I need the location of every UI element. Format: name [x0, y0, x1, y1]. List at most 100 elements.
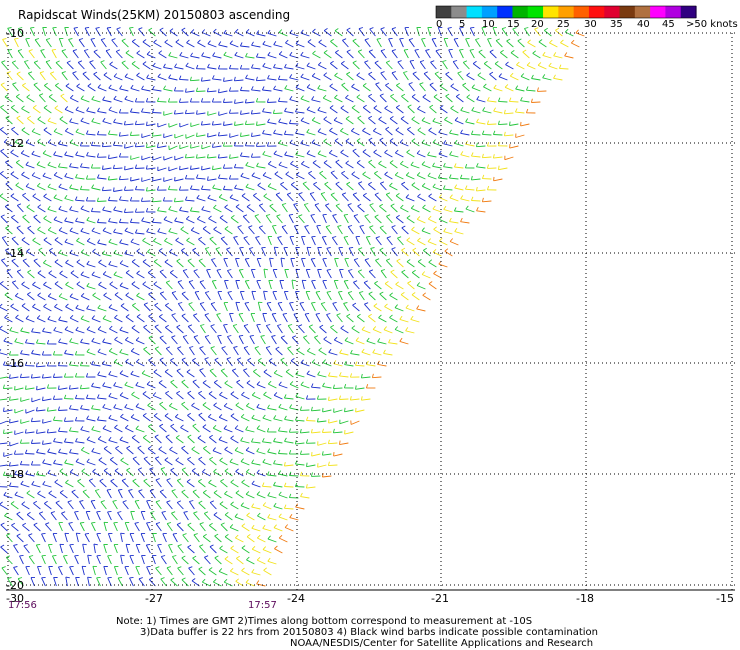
wind-barb — [141, 178, 151, 182]
wind-barb-flag — [358, 247, 363, 250]
wind-barb — [1, 567, 8, 576]
wind-barb — [208, 218, 217, 224]
wind-barb-flag — [417, 127, 422, 131]
wind-barb — [202, 492, 211, 499]
wind-barb-flag — [460, 195, 464, 200]
wind-barb — [102, 209, 112, 213]
wind-barb — [266, 302, 272, 312]
wind-barb-flag — [41, 374, 44, 379]
wind-barb-flag — [69, 338, 73, 343]
wind-barb — [93, 544, 96, 554]
wind-barb-flag — [321, 451, 324, 456]
wind-barb-flag — [11, 522, 16, 526]
wind-barb-flag — [283, 461, 286, 467]
wind-barb — [135, 232, 145, 235]
wind-barb — [132, 458, 140, 466]
wind-barb-flag — [145, 165, 148, 170]
wind-barb — [179, 55, 189, 59]
wind-barb-flag — [176, 368, 181, 372]
wind-barb-flag — [119, 348, 123, 353]
wind-barb-flag — [483, 60, 488, 64]
wind-barb — [182, 270, 189, 279]
wind-barb-flag — [343, 383, 347, 389]
wind-barb — [368, 271, 376, 279]
lon-label-15: -15 — [716, 592, 734, 605]
wind-barb-flag — [300, 95, 304, 100]
wind-barb — [157, 231, 167, 235]
wind-barb — [487, 38, 492, 48]
wind-barb-flag — [445, 93, 450, 97]
wind-barb-flag — [277, 75, 281, 80]
wind-barb-flag — [80, 205, 84, 210]
wind-barb — [359, 226, 365, 235]
wind-barb-flag — [113, 73, 118, 77]
wind-barb-flag — [59, 490, 64, 493]
wind-barb-flag — [2, 361, 6, 366]
wind-barb — [361, 376, 371, 379]
wind-barb-flag — [376, 37, 381, 40]
legend-label-15: 15 — [507, 19, 520, 30]
wind-barb-flag — [155, 522, 161, 525]
wind-barb — [404, 27, 409, 37]
wind-barb — [152, 395, 162, 400]
wind-barb — [453, 38, 459, 48]
wind-barb — [97, 222, 107, 224]
wind-barb — [11, 524, 19, 532]
wind-barb — [26, 492, 35, 499]
wind-barb — [230, 570, 239, 576]
wind-barb — [25, 38, 30, 48]
wind-barb-flag — [275, 192, 280, 195]
wind-barb-flag — [97, 371, 101, 376]
wind-barb — [498, 100, 508, 103]
wind-barb-flag — [362, 149, 367, 153]
wind-barb-flag — [91, 521, 96, 524]
wind-barb-flag — [102, 338, 106, 343]
legend-swatch — [619, 6, 636, 18]
wind-barb-flag — [326, 268, 331, 271]
wind-barb-flag — [192, 247, 197, 251]
wind-barb — [240, 440, 250, 444]
wind-barb — [333, 409, 343, 413]
wind-barb — [86, 439, 96, 444]
wind-barb — [289, 236, 294, 246]
wind-barb-flag — [213, 379, 218, 383]
wind-barb-flag — [262, 458, 266, 463]
wind-barb — [25, 387, 35, 390]
wind-barb-flag — [223, 402, 228, 407]
wind-barb — [306, 486, 316, 489]
wind-barb-flag — [108, 106, 112, 111]
wind-barb — [186, 240, 195, 246]
wind-barb-flag — [21, 237, 26, 241]
wind-barb-flag — [118, 488, 123, 491]
wind-barb-flag — [168, 74, 172, 79]
wind-barb — [504, 156, 514, 161]
wind-barb-flag — [4, 314, 8, 318]
wind-barb-flag — [400, 204, 404, 209]
wind-barb-flag — [256, 121, 258, 126]
wind-barb-flag — [209, 236, 214, 240]
wind-barb-flag — [2, 384, 5, 389]
wind-barb-flag — [114, 314, 118, 319]
wind-barb-flag — [263, 193, 268, 197]
wind-barb — [143, 326, 151, 334]
wind-barb — [220, 480, 228, 488]
wind-barb-flag — [25, 385, 27, 390]
wind-barb — [326, 269, 332, 279]
wind-barb-flag — [182, 533, 187, 536]
wind-barb-flag — [26, 490, 31, 494]
wind-barb-flag — [47, 161, 51, 166]
wind-barb-flag — [224, 534, 229, 538]
wind-barb — [214, 535, 222, 543]
wind-barb — [411, 140, 420, 147]
legend-swatch — [481, 6, 498, 18]
wind-barb — [342, 39, 349, 48]
wind-barb-flag — [130, 84, 134, 89]
wind-barb — [258, 205, 266, 213]
wind-barb-flag — [195, 87, 198, 92]
wind-barb-flag — [362, 171, 366, 175]
wind-barb — [421, 38, 426, 48]
wind-barb — [306, 464, 316, 468]
wind-barb — [301, 280, 305, 290]
wind-barb-flag — [119, 282, 123, 287]
wind-barb — [355, 409, 365, 413]
